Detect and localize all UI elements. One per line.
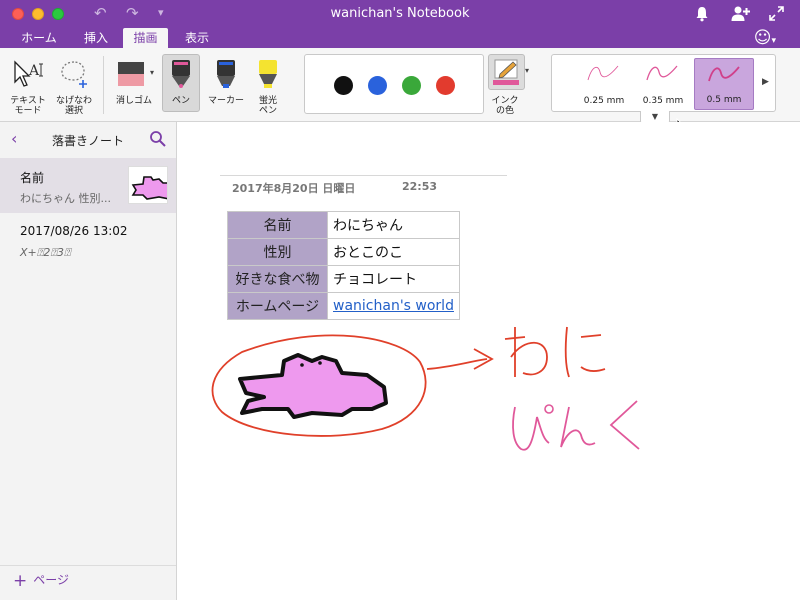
- tab-insert[interactable]: 挿入: [74, 28, 118, 48]
- search-icon[interactable]: [149, 130, 167, 148]
- table-row: 好きな食べ物 チョコレート: [227, 265, 460, 293]
- sidebar-header: ‹ 落書きノート: [0, 122, 176, 158]
- cursor-text-icon: A: [14, 60, 43, 87]
- page-thumbnail: [128, 166, 168, 204]
- title-bar: ↶ ↷ ▾ wanichan's Notebook: [0, 0, 800, 28]
- ribbon-divider: [103, 56, 104, 114]
- page-list-item-selected[interactable]: 名前 わにちゃん 性別...: [0, 158, 176, 213]
- marker-icon: [217, 60, 235, 88]
- svg-text:A: A: [28, 63, 40, 79]
- pen-button[interactable]: ペン: [162, 56, 200, 118]
- color-swatch-blue[interactable]: [368, 76, 387, 95]
- pink-crocodile-thumbnail-icon: [131, 176, 167, 200]
- page-title: 名前: [20, 171, 45, 185]
- medium-stroke-icon: [646, 65, 678, 81]
- table-value-cell[interactable]: わにちゃん: [327, 211, 460, 239]
- thickness-label: 0.25 mm: [583, 96, 625, 106]
- page-preview: X+⍰2⍰3⍰: [20, 246, 71, 259]
- draw-ribbon: A テキスト モード なげなわ 選択 ▾ 消しゴム ペン マーカー 蛍光 ペン …: [0, 48, 800, 136]
- homepage-link[interactable]: wanichan's world: [333, 298, 454, 314]
- notification-bell-icon[interactable]: [694, 5, 710, 22]
- tab-view[interactable]: 表示: [176, 28, 218, 48]
- ink-handwriting[interactable]: [497, 317, 677, 467]
- pen-label: ペン: [171, 96, 190, 106]
- thickness-option-05-selected[interactable]: 0.5 mm: [694, 58, 754, 110]
- sidebar-footer-divider: [0, 565, 176, 566]
- lasso-label: なげなわ 選択: [55, 96, 92, 116]
- table-key-cell[interactable]: 名前: [227, 211, 328, 239]
- gallery-next-arrow-icon[interactable]: ▶: [762, 77, 769, 87]
- add-page-button[interactable]: + ページ: [13, 571, 69, 591]
- ink-color-label: インク の色: [491, 96, 519, 116]
- highlighter-icon: [259, 60, 277, 88]
- thickness-option-035[interactable]: 0.35 mm: [635, 58, 691, 110]
- pen-thickness-gallery: 0.25 mm 0.35 mm 0.5 mm ▶: [551, 54, 776, 112]
- add-page-label: ページ: [33, 573, 70, 587]
- eraser-dropdown-icon[interactable]: ▾: [150, 68, 154, 78]
- thin-stroke-icon: [587, 65, 619, 81]
- ink-color-palette: [304, 54, 484, 114]
- lasso-icon: [61, 61, 87, 88]
- thickness-option-025[interactable]: 0.25 mm: [576, 58, 632, 110]
- plus-icon: +: [13, 571, 28, 591]
- window-title: wanichan's Notebook: [330, 6, 470, 21]
- thick-stroke-icon: [708, 66, 740, 82]
- pen-icon: [172, 60, 190, 88]
- ribbon-tab-bar: ホーム 挿入 描画 表示 ☺▾: [0, 28, 800, 48]
- page-title: 2017/08/26 13:02: [20, 224, 128, 238]
- eraser-button[interactable]: ▾ 消しゴム: [108, 56, 160, 118]
- tab-home[interactable]: ホーム: [12, 28, 66, 48]
- page-list-sidebar: ‹ 落書きノート 名前 わにちゃん 性別... 2017/08/26 13:02…: [0, 122, 177, 600]
- eraser-label: 消しゴム: [115, 96, 152, 106]
- table-row: ホームページ wanichan's world: [227, 292, 460, 320]
- table-value-cell[interactable]: チョコレート: [327, 265, 460, 293]
- table-key-cell[interactable]: ホームページ: [227, 292, 328, 320]
- thickness-label: 0.35 mm: [642, 96, 684, 106]
- ink-color-pencil-icon: [493, 59, 519, 85]
- highlighter-button[interactable]: 蛍光 ペン: [249, 56, 287, 118]
- table-row: 性別 おとこのこ: [227, 238, 460, 266]
- share-person-icon[interactable]: [731, 5, 751, 22]
- marker-label: マーカー: [207, 96, 244, 106]
- text-mode-label: テキスト モード: [10, 96, 46, 116]
- table-value-cell[interactable]: おとこのこ: [327, 238, 460, 266]
- page-date: 2017年8月20日 日曜日: [232, 182, 356, 195]
- highlighter-label: 蛍光 ペン: [258, 96, 277, 116]
- ink-color-button[interactable]: ▾ インク の色: [487, 56, 533, 118]
- fullscreen-icon[interactable]: [769, 6, 784, 21]
- page-list-item[interactable]: 2017/08/26 13:02 X+⍰2⍰3⍰: [0, 213, 176, 269]
- eraser-icon: [118, 62, 144, 86]
- table-row: 名前 わにちゃん: [227, 211, 460, 239]
- color-swatch-green[interactable]: [402, 76, 421, 95]
- color-swatch-black[interactable]: [334, 76, 353, 95]
- lasso-select-button[interactable]: なげなわ 選択: [52, 56, 96, 118]
- table-key-cell[interactable]: 好きな食べ物: [227, 265, 328, 293]
- color-swatch-red[interactable]: [436, 76, 455, 95]
- tab-draw[interactable]: 描画: [123, 28, 168, 48]
- page-preview: わにちゃん 性別...: [20, 192, 111, 205]
- profile-table[interactable]: 名前 わにちゃん 性別 おとこのこ 好きな食べ物 チョコレート ホームページ w…: [227, 211, 460, 320]
- text-mode-button[interactable]: A テキスト モード: [6, 56, 50, 118]
- ink-color-dropdown-icon[interactable]: ▾: [525, 66, 529, 76]
- page-title-underline: [220, 175, 507, 176]
- table-value-cell[interactable]: wanichan's world: [327, 292, 460, 320]
- page-time: 22:53: [402, 180, 438, 193]
- table-key-cell[interactable]: 性別: [227, 238, 328, 266]
- marker-button[interactable]: マーカー: [204, 56, 248, 118]
- thickness-label: 0.5 mm: [706, 95, 742, 105]
- note-canvas[interactable]: 2017年8月20日 日曜日 22:53 名前 わにちゃん 性別 おとこのこ 好…: [177, 122, 800, 600]
